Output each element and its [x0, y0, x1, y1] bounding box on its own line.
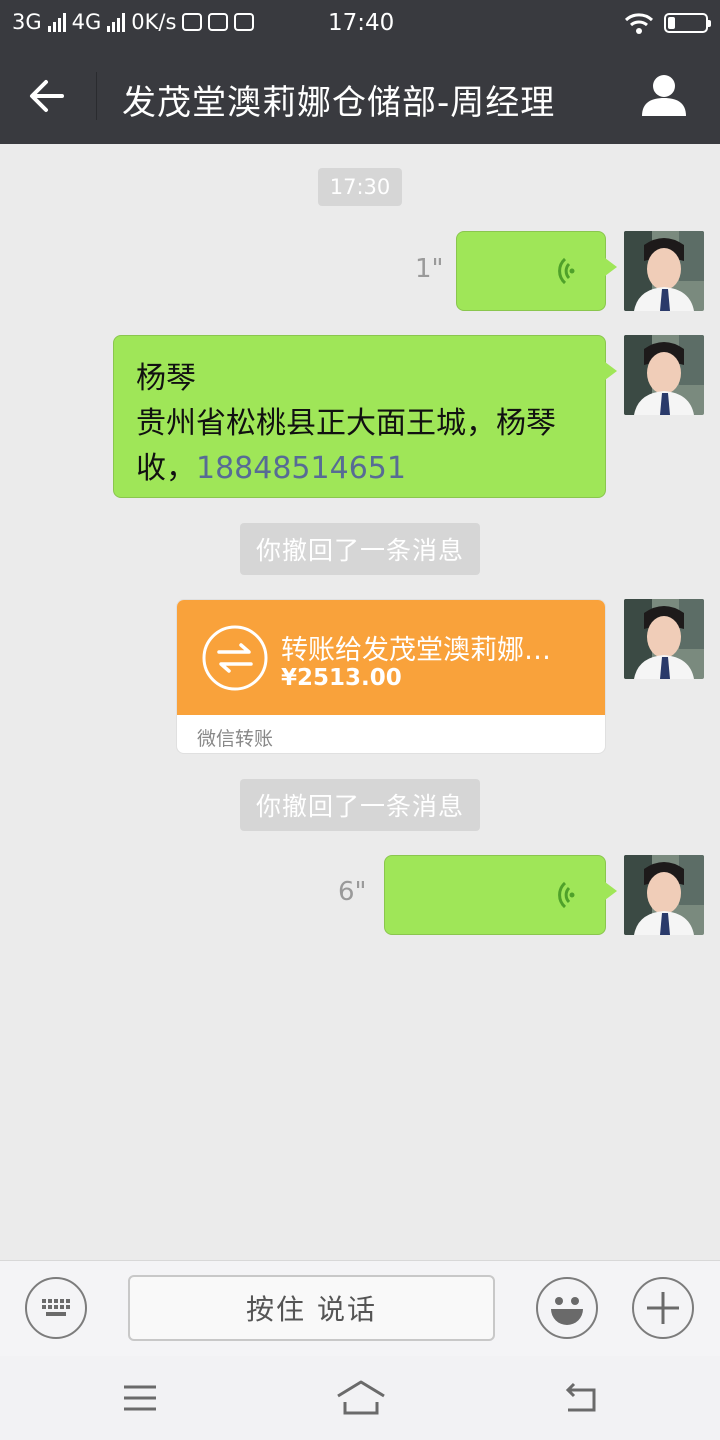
back-button[interactable] — [22, 72, 74, 120]
recall-notice: 你撤回了一条消息 — [240, 779, 480, 831]
transfer-amount: ¥2513.00 — [281, 665, 402, 691]
return-icon — [565, 1382, 596, 1412]
notification-icon — [234, 13, 255, 31]
more-functions-button[interactable] — [632, 1277, 694, 1339]
message-timestamp: 17:30 — [318, 168, 402, 206]
chat-title: 发茂堂澳莉娜仓储部-周经理 — [122, 83, 556, 123]
voice-wave-icon — [558, 881, 575, 909]
network-indicators: 3G 4G 0K/s — [12, 10, 255, 34]
avatar-image — [624, 599, 704, 679]
avatar-image — [624, 231, 704, 311]
avatar[interactable] — [624, 599, 704, 679]
emoji-button[interactable] — [536, 1277, 598, 1339]
wifi-icon — [624, 13, 654, 34]
transfer-icon — [202, 625, 268, 691]
status-right — [624, 12, 711, 34]
data-speed: 0K/s — [131, 10, 177, 34]
network-type-2: 4G — [71, 10, 102, 34]
keyboard-toggle-button[interactable] — [25, 1277, 87, 1339]
avatar-image — [624, 335, 704, 415]
voice-duration: 1" — [415, 254, 444, 284]
message-line: 贵州省松桃县正大面王城，杨琴 — [136, 406, 556, 441]
system-nav-bar — [0, 1356, 720, 1440]
hold-to-talk-button[interactable]: 按住 说话 — [128, 1275, 495, 1341]
avatar[interactable] — [624, 335, 704, 415]
battery-level — [668, 17, 676, 29]
status-bar: 3G 4G 0K/s 17:40 — [0, 0, 720, 48]
home-button[interactable] — [336, 1378, 386, 1418]
message-line: 收，18848514651 — [136, 446, 583, 491]
network-type-1: 3G — [12, 10, 42, 34]
home-icon — [337, 1380, 385, 1415]
transfer-card[interactable]: 转账给发茂堂澳莉娜… ¥2513.00 微信转账 — [176, 599, 606, 754]
emoji-icon — [551, 1297, 583, 1325]
transfer-label: 微信转账 — [197, 728, 274, 750]
keyboard-icon — [42, 1299, 70, 1316]
notification-icon — [182, 13, 203, 31]
voice-message-bubble[interactable] — [384, 855, 617, 935]
transfer-header: 转账给发茂堂澳莉娜… ¥2513.00 — [177, 600, 605, 715]
signal-icon — [47, 12, 66, 32]
avatar-image — [624, 855, 704, 935]
signal-icon — [107, 12, 126, 32]
transfer-title: 转账给发茂堂澳莉娜… — [281, 635, 551, 666]
menu-icon — [124, 1385, 156, 1411]
chat-header: 发茂堂澳莉娜仓储部-周经理 — [0, 48, 720, 144]
phone-number-link[interactable]: 18848514651 — [196, 451, 406, 486]
clock: 17:40 — [328, 10, 395, 36]
battery-icon — [664, 13, 711, 33]
notification-icon — [208, 13, 229, 31]
back-arrow-icon — [30, 80, 64, 112]
voice-message-bubble[interactable] — [456, 231, 617, 311]
voice-duration: 6" — [338, 877, 367, 907]
system-back-button[interactable] — [560, 1378, 600, 1418]
recent-apps-button[interactable] — [120, 1378, 160, 1418]
input-bar: 按住 说话 — [0, 1260, 720, 1356]
recall-notice: 你撤回了一条消息 — [240, 523, 480, 575]
header-divider — [96, 72, 97, 120]
message-text: 收， — [136, 451, 196, 486]
avatar[interactable] — [624, 855, 704, 935]
person-icon — [642, 75, 686, 116]
avatar[interactable] — [624, 231, 704, 311]
chat-info-button[interactable] — [636, 70, 692, 122]
plus-icon — [647, 1292, 679, 1324]
text-message-bubble[interactable]: 杨琴 贵州省松桃县正大面王城，杨琴 收，18848514651 — [113, 335, 617, 498]
voice-wave-icon — [558, 257, 575, 285]
message-line: 杨琴 — [136, 361, 196, 396]
